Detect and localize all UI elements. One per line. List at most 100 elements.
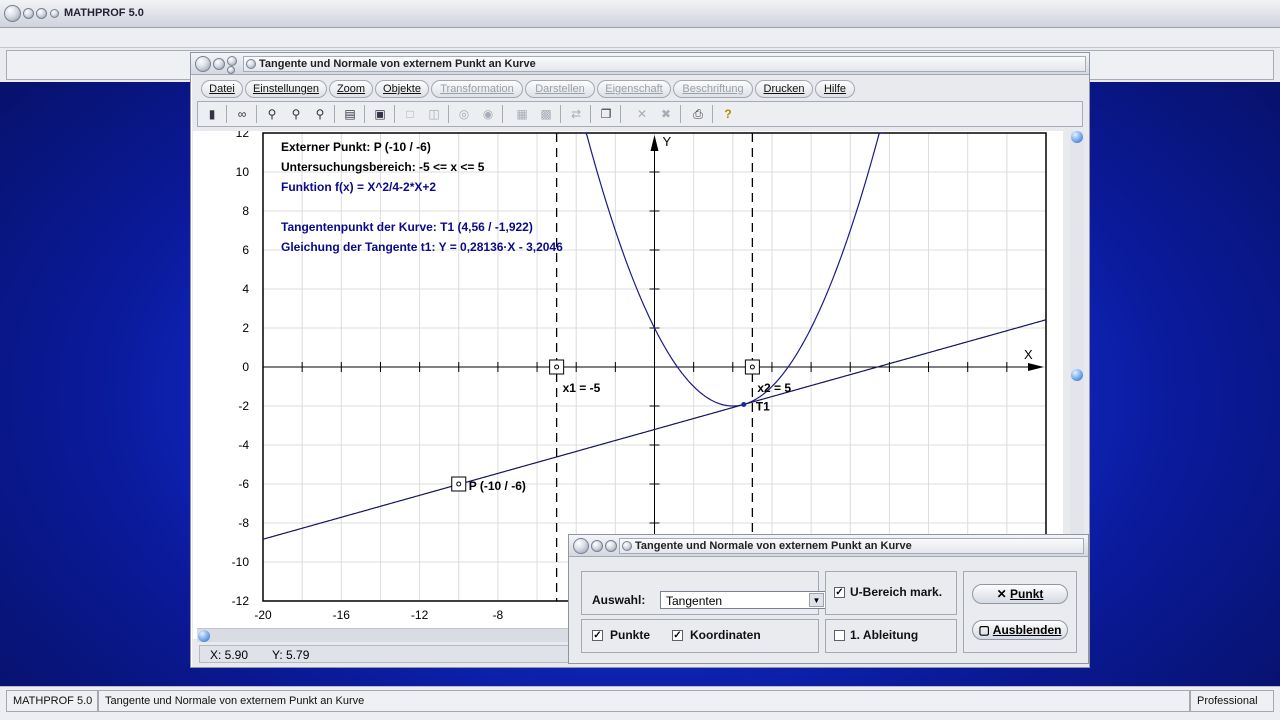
y-tick-label: 12 [236,131,250,140]
ubereich-group: ✓ U-Bereich mark. [825,571,957,615]
y-tick-label: 6 [242,243,249,257]
menu-zoom[interactable]: Zoom [329,80,373,98]
coord-x: X: 5.90 [210,648,249,662]
dialog-close-ball-icon[interactable] [605,540,617,552]
menu-transformation[interactable]: Transformation [431,80,523,98]
box-icon[interactable]: □ [400,105,420,123]
punkte-checkbox[interactable]: ✓ [592,630,603,641]
ableitung-label: 1. Ableitung [850,628,919,642]
title-ball-icon [246,59,256,69]
y-tick-label: -8 [238,516,249,530]
scroll-up-ball-icon[interactable] [1071,131,1083,143]
x-tick-label: -12 [411,608,429,622]
scroll-thumb[interactable] [1071,369,1083,381]
ableitung-group: 1. Ableitung [825,619,957,653]
app-menu-ball-icon[interactable] [4,5,21,22]
window-close-ball-icon[interactable] [227,66,235,74]
coord-y: Y: 5.79 [272,648,310,662]
auswahl-select[interactable]: Tangenten ▼ [660,591,826,609]
koordinaten-checkbox[interactable]: ✓ [672,630,683,641]
options-group: ✓ Punkte ✓ Koordinaten [581,619,819,653]
hscroll-left-ball-icon[interactable] [198,630,210,642]
x1-label: x1 = -5 [563,381,601,395]
info-line: Funktion f(x) = X^2/4-2*X+2 [281,180,436,194]
menu-darstellen[interactable]: Darstellen [525,80,595,98]
auswahl-value: Tangenten [666,594,723,608]
ausblenden-button[interactable]: ▢ Ausblenden [972,620,1068,640]
x-axis-arrow-icon [1028,363,1044,371]
close-ball-icon[interactable] [50,9,59,18]
menu-einstellungen[interactable]: Einstellungen [245,80,327,98]
x-tick-label: -8 [493,608,504,622]
print-icon[interactable]: ⎙ [688,105,708,123]
y-tick-label: 10 [236,165,250,179]
zoom-icon[interactable]: ⚲ [286,105,306,123]
minimize-ball-icon[interactable] [23,8,34,19]
status-module: Tangente und Normale von externem Punkt … [98,690,1190,712]
table-icon[interactable]: ▦ [512,105,532,123]
menu-datei[interactable]: Datei [201,80,243,98]
copy-icon[interactable]: ❐ [596,105,616,123]
tangent-dialog: Tangente und Normale von externem Punkt … [568,534,1089,664]
y-tick-label: 2 [242,321,249,335]
properties-icon[interactable]: ▤ [340,105,360,123]
zoom-out-icon[interactable]: ⚲ [262,105,282,123]
koordinaten-label: Koordinaten [690,628,761,642]
menu-hilfe[interactable]: Hilfe [815,80,855,98]
y-tick-label: -6 [238,477,249,491]
y-tick-label: -2 [238,399,249,413]
y-tick-label: -10 [232,555,250,569]
module-toolbar: ▮ ∞ ⚲ ⚲ ⚲ ▤ ▣ □ ◫ ◎ ◉ ▦ ▩ ⇄ ❐ ✕ ✖ ⎙ ? [197,101,1083,127]
double-box-icon[interactable]: ◫ [424,105,444,123]
menu-drucken[interactable]: Drucken [755,80,813,98]
calculator-icon[interactable]: ▮ [202,105,222,123]
punkte-label: Punkte [610,628,651,642]
circle-icon[interactable]: ◎ [454,105,474,123]
hide-window-icon: ▢ [978,623,990,637]
y-tick-label: 4 [242,282,249,296]
dialog-minimize-ball-icon[interactable] [591,540,603,552]
status-app: MATHPROF 5.0 [6,690,98,712]
export-icon[interactable]: ⇄ [566,105,586,123]
glasses-icon[interactable]: ∞ [232,105,252,123]
ableitung-checkbox[interactable] [834,630,845,641]
window-minimize-ball-icon[interactable] [213,58,225,70]
crosshair-icon: ✕ [996,587,1007,601]
info-line: Tangentenpunkt der Kurve: T1 (4,56 / -1,… [281,220,533,234]
point-t1-marker [741,401,747,407]
app-menubar-strip [0,28,1280,48]
y-axis-arrow-icon [650,135,659,151]
grid-icon[interactable]: ▩ [536,105,556,123]
help-icon[interactable]: ? [718,105,738,123]
zoom-in-icon[interactable]: ⚲ [310,105,330,123]
dialog-menu-ball-icon[interactable] [573,538,589,554]
horizontal-scrollbar[interactable] [197,628,577,642]
module-window-title: Tangente und Normale von externem Punkt … [259,58,536,70]
y-tick-label: 0 [242,360,249,374]
menu-eigenschaft[interactable]: Eigenschaft [597,80,671,98]
module-window-titlebar[interactable]: Tangente und Normale von externem Punkt … [191,53,1089,75]
y-tick-label: -12 [232,594,250,608]
ubereich-checkbox[interactable]: ✓ [834,587,845,598]
y-axis-label: Y [663,134,672,149]
point-p-marker [451,476,467,492]
maximize-ball-icon[interactable] [36,8,47,19]
dialog-titlebar[interactable]: Tangente und Normale von externem Punkt … [569,535,1088,557]
statusbar: MATHPROF 5.0 Tangente und Normale von ex… [0,686,1280,720]
info-line: Externer Punkt: P (-10 / -6) [281,140,431,154]
x-axis-label: X [1024,347,1033,362]
cross-icon[interactable]: ✕ [632,105,652,123]
menu-beschriftung[interactable]: Beschriftung [673,80,753,98]
info-line: Gleichung der Tangente t1: Y = 0,28136·X… [281,240,563,254]
y-tick-label: 8 [242,204,249,218]
menu-objekte[interactable]: Objekte [375,80,429,98]
window-maximize-ball-icon[interactable] [227,56,237,66]
window-menu-ball-icon[interactable] [195,56,211,72]
punkt-button[interactable]: ✕ Punkt [972,584,1068,604]
t1-label: T1 [756,399,770,413]
double-cross-icon[interactable]: ✖ [656,105,676,123]
status-edition: Professional [1190,690,1274,712]
circle-dot-icon[interactable]: ◉ [478,105,498,123]
window-icon[interactable]: ▣ [370,105,390,123]
dropdown-arrow-icon[interactable]: ▼ [809,593,824,607]
